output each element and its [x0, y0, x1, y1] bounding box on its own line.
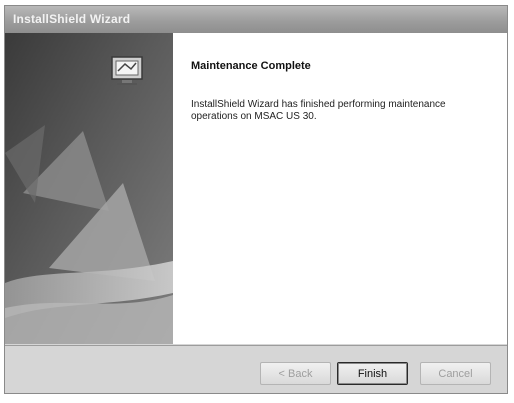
finish-button[interactable]: Finish	[337, 362, 408, 385]
completion-message: InstallShield Wizard has finished perfor…	[191, 99, 446, 122]
page-heading: Maintenance Complete	[191, 60, 311, 72]
cancel-button[interactable]: Cancel	[420, 362, 491, 385]
title-bar[interactable]: InstallShield Wizard	[5, 6, 507, 34]
wizard-content-panel: Maintenance Complete InstallShield Wizar…	[111, 33, 507, 344]
button-bar: < Back Finish Cancel	[5, 347, 507, 393]
back-button[interactable]: < Back	[260, 362, 331, 385]
window-title: InstallShield Wizard	[13, 12, 131, 26]
installshield-wizard-window: InstallShield Wizard Maintenance Complet…	[4, 5, 508, 394]
side-banner-image	[5, 33, 173, 344]
wizard-body: Maintenance Complete InstallShield Wizar…	[5, 33, 507, 344]
installer-computer-icon	[111, 56, 143, 86]
